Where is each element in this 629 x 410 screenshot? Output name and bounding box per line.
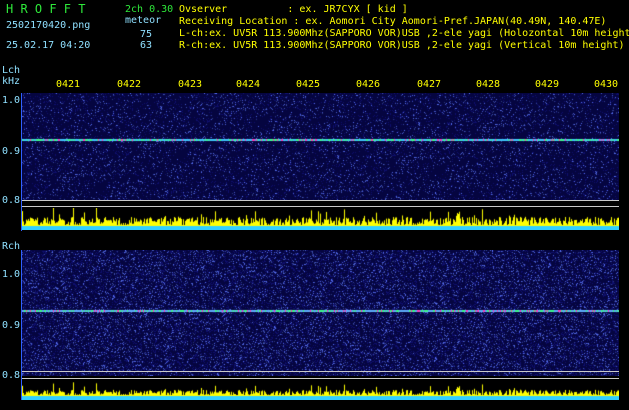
rch-ytick-0-8: 0.8 — [2, 370, 21, 381]
lch-ytick-0-8: 0.8 — [2, 195, 21, 206]
datetime-label: 25.02.17 04:20 — [6, 40, 91, 51]
lch-baseline-0-8 — [22, 200, 619, 201]
location-line: Receiving Location : ex. Aomori City Aom… — [179, 16, 607, 27]
time-tick-0430: 0430 — [594, 79, 619, 90]
rch-ytick-0-9: 0.9 — [2, 320, 21, 331]
rch-amplitude-trace — [22, 382, 619, 400]
lch-ytick-1-0: 1.0 — [2, 95, 21, 106]
time-tick-0429: 0429 — [535, 79, 560, 90]
time-tick-0426: 0426 — [356, 79, 381, 90]
lch-baseline-lower — [22, 206, 619, 207]
lch-receiver-line: L-ch:ex. UV5R 113.900Mhz(SAPPORO VOR)USB… — [179, 28, 629, 39]
rch-meteor-count: 63 — [140, 40, 153, 51]
lch-unit-label: kHz — [2, 76, 21, 87]
time-tick-0422: 0422 — [117, 79, 142, 90]
time-tick-0421: 0421 — [56, 79, 81, 90]
lch-amplitude-trace — [22, 208, 619, 230]
rch-waterfall — [22, 250, 619, 376]
time-tick-0427: 0427 — [417, 79, 442, 90]
time-tick-0425: 0425 — [296, 79, 321, 90]
app-logo: H R O F F T — [6, 2, 86, 16]
lch-y-axis — [21, 93, 22, 231]
meteor-label: meteor — [125, 15, 162, 26]
rch-channel-label: Rch — [2, 241, 21, 252]
lch-channel-label: Lch — [2, 65, 21, 76]
observer-line: Ovserver : ex. JR7CYX [ kid ] — [179, 4, 408, 15]
rch-ytick-1-0: 1.0 — [2, 269, 21, 280]
rch-baseline-lower — [22, 378, 619, 379]
rch-y-axis — [21, 250, 22, 400]
lch-ytick-0-9: 0.9 — [2, 146, 21, 157]
time-tick-0428: 0428 — [476, 79, 501, 90]
lch-meteor-count: 75 — [140, 29, 153, 40]
time-tick-0423: 0423 — [178, 79, 203, 90]
time-tick-0424: 0424 — [236, 79, 261, 90]
filename-label: 2502170420.png — [6, 20, 91, 31]
rch-receiver-line: R-ch:ex. UV5R 113.900Mhz(SAPPORO VOR)USB… — [179, 40, 625, 51]
rch-baseline-0-8 — [22, 371, 619, 372]
lch-waterfall — [22, 93, 619, 201]
channel-setting-label: 2ch 0.30 — [125, 4, 174, 15]
